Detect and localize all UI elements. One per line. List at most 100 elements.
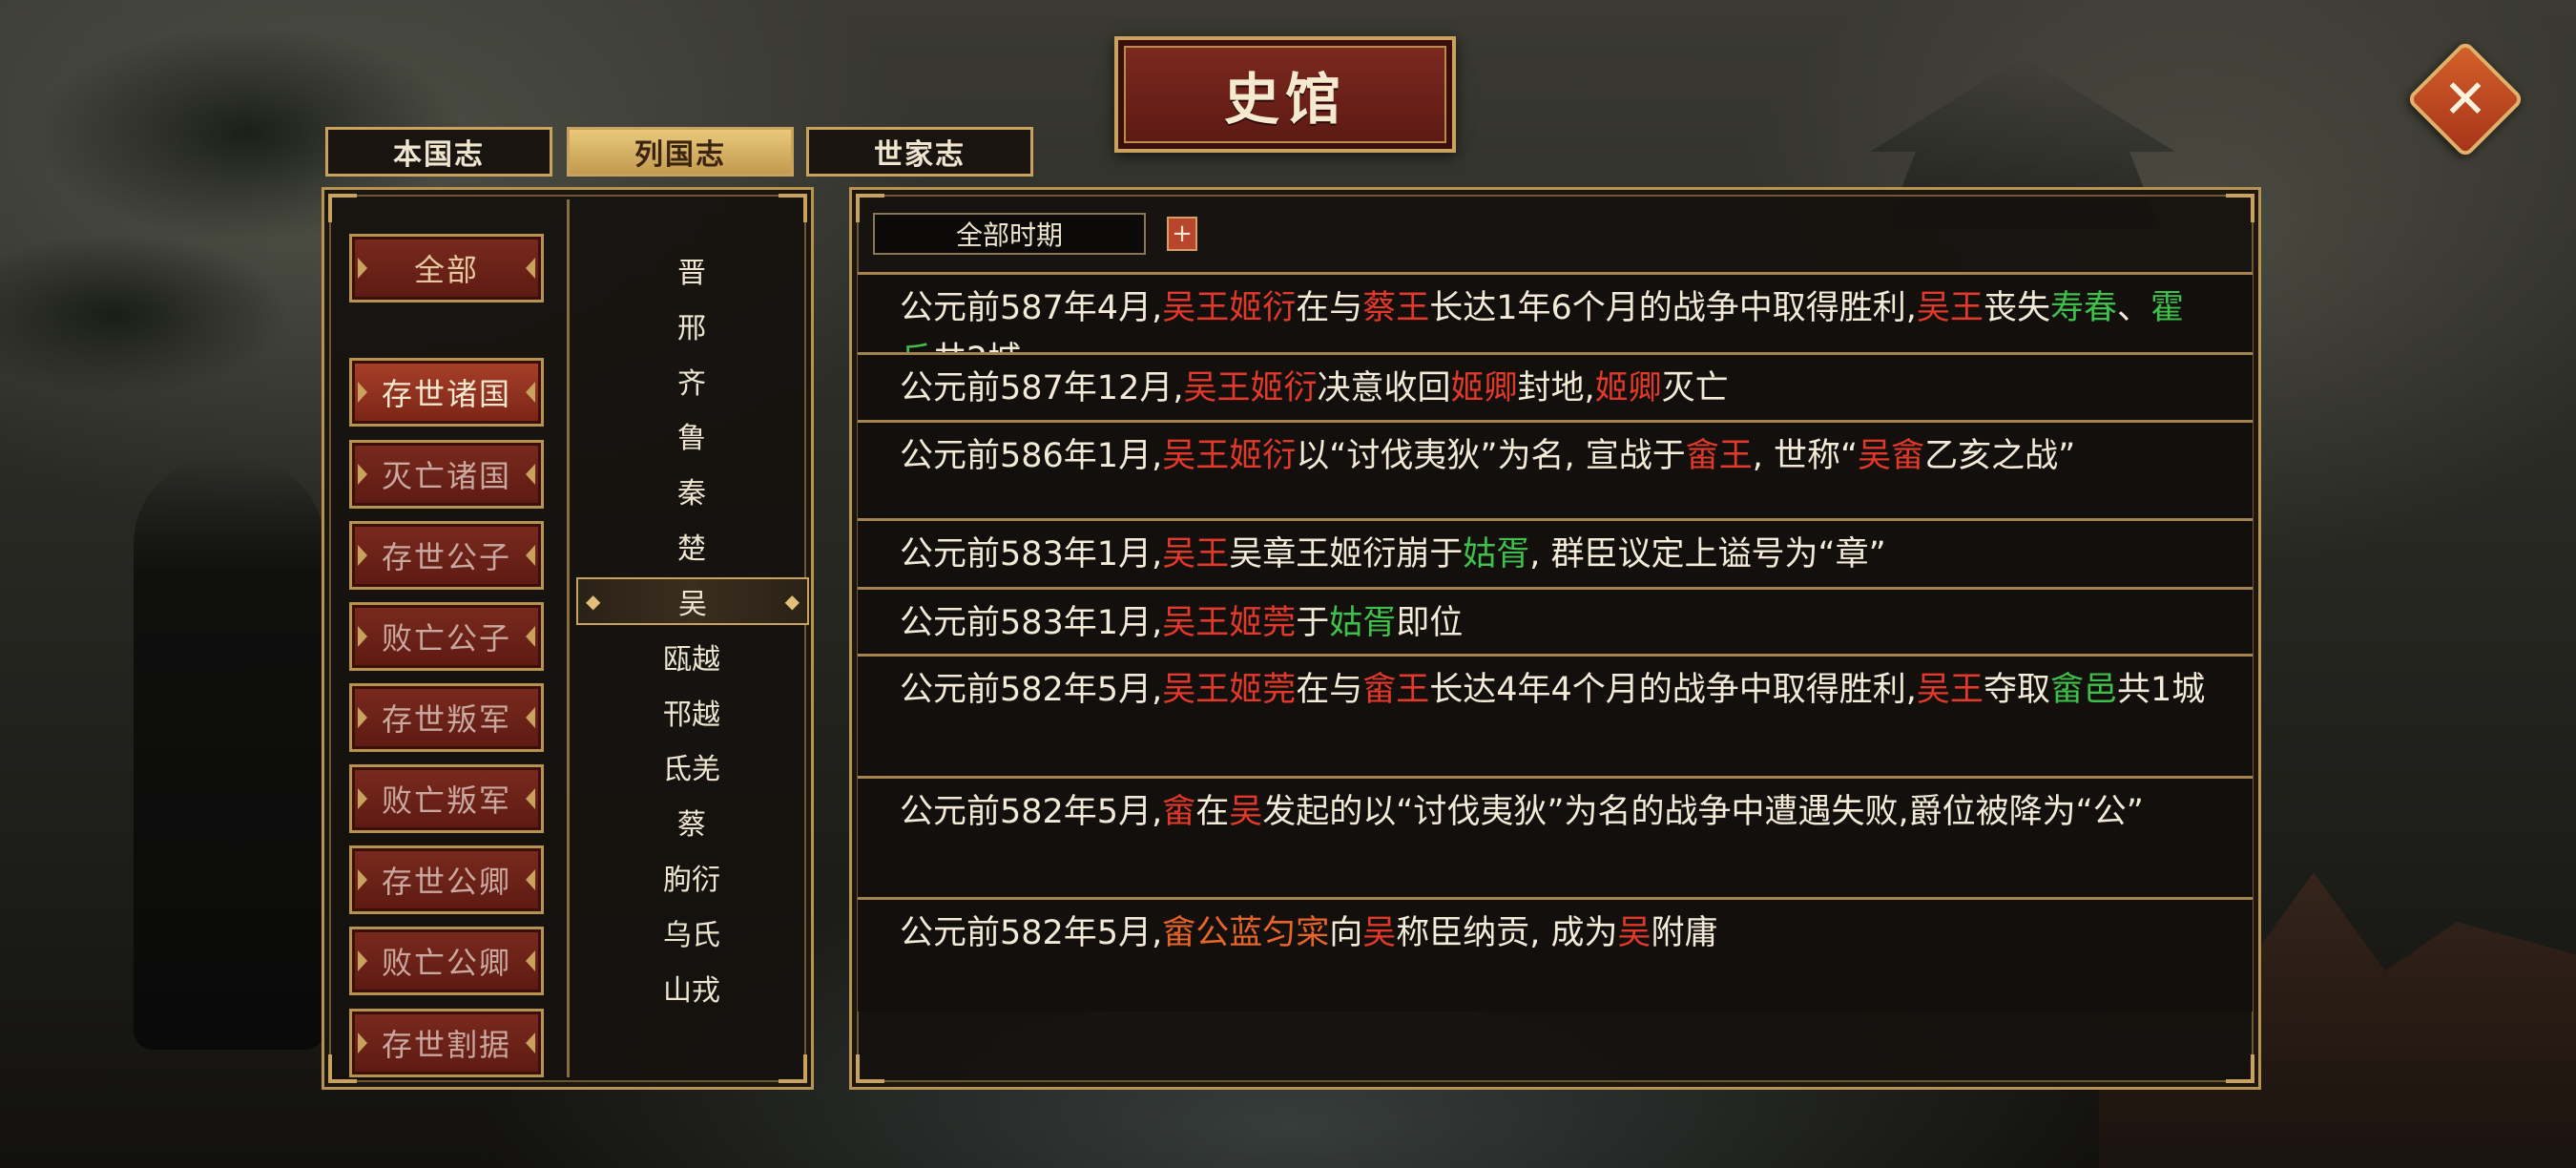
log-place-name: 畲邑 <box>2049 671 2117 709</box>
log-text: 公元前582年5月, <box>900 671 1163 709</box>
log-person-name: 畲王 <box>1362 671 1430 709</box>
category-button-surviving-princes[interactable]: 存世公子 <box>349 521 544 590</box>
log-text: 在与 <box>1296 671 1363 709</box>
log-person-name: 吴 <box>1617 914 1652 952</box>
log-person-name: 姬卿 <box>1594 369 1662 407</box>
category-button-surviving-states[interactable]: 存世诸国 <box>349 358 544 427</box>
log-text: 、 <box>2116 289 2150 327</box>
log-entry: 公元前582年5月,畲在吴发起的以“讨伐夷狄”为名的战争中遭遇失败,爵位被降为“… <box>858 776 2253 897</box>
log-person-name: 吴 <box>1362 914 1397 952</box>
category-list[interactable]: 全部 存世诸国 灭亡诸国 存世公子 败亡公子 存世叛军 败亡叛军 存世公卿 败亡… <box>349 190 550 1087</box>
log-person-name: 吴王姬衍 <box>1162 289 1297 327</box>
log-person-name: 吴王姬衍 <box>1162 437 1297 475</box>
log-person-name: 吴王 <box>1162 535 1230 574</box>
log-text: , 世称“ <box>1752 437 1859 475</box>
log-person-name: 姬卿 <box>1450 369 1518 407</box>
log-text: 向 <box>1329 914 1363 952</box>
log-text: 称臣纳贡, 成为 <box>1396 914 1618 952</box>
nation-item[interactable]: 晋 <box>572 246 811 294</box>
log-text: 附庸 <box>1651 914 1718 952</box>
category-button-surviving-warlords[interactable]: 存世割据 <box>349 1009 544 1077</box>
page-title-plaque: 史馆 <box>1114 36 1456 153</box>
log-person-name: 吴畲 <box>1858 437 1925 475</box>
log-text: 长达4年4个月的战争中取得胜利, <box>1429 671 1917 709</box>
log-text: 灭亡 <box>1661 369 1729 407</box>
log-text: 决意收回 <box>1317 369 1451 407</box>
nation-item[interactable]: 邢 <box>572 302 811 349</box>
log-text: 吴章王姬衍崩于 <box>1229 535 1464 574</box>
category-button-surviving-ministers[interactable]: 存世公卿 <box>349 845 544 914</box>
log-text: 乙亥之战” <box>1924 437 2076 475</box>
category-button-fallen-rebels[interactable]: 败亡叛军 <box>349 764 544 833</box>
nation-list[interactable]: 晋 邢 齐 鲁 秦 楚 吴 瓯越 邗越 氐羌 蔡 朐衍 乌氏 山戎 <box>572 199 811 1083</box>
log-place-name: 姑胥 <box>1329 604 1397 642</box>
panel-divider <box>567 199 570 1077</box>
nation-item-selected[interactable]: 吴 <box>576 577 809 625</box>
category-button-surviving-rebels[interactable]: 存世叛军 <box>349 683 544 752</box>
log-entry: 公元前586年1月,吴王姬衍以“讨伐夷狄”为名, 宣战于畲王, 世称“吴畲乙亥之… <box>858 420 2253 518</box>
nation-item[interactable]: 蔡 <box>572 798 811 845</box>
tab-houses-annals[interactable]: 世家志 <box>806 127 1033 177</box>
log-person-name: 吴王 <box>1916 289 1984 327</box>
history-log-panel: 全部时期 + 万 边 扩 如 初公元前587年4月,吴王姬衍在与蔡王长达1年6个… <box>849 187 2261 1090</box>
log-place-name: 寿春 <box>2049 289 2117 327</box>
log-text: 共1城 <box>2116 671 2206 709</box>
log-text: 以“讨伐夷狄”为名, 宣战于 <box>1296 437 1686 475</box>
nation-item[interactable]: 山戎 <box>572 964 811 1012</box>
log-text: 公元前586年1月, <box>900 437 1163 475</box>
log-text: 公元前582年5月, <box>900 793 1163 831</box>
log-text: 公元前583年1月, <box>900 604 1163 642</box>
log-entry: 公元前583年1月,吴王吴章王姬衍崩于姑胥, 群臣议定上谥号为“章” <box>858 518 2253 587</box>
log-entry: 公元前582年5月,畲公蓝匀寀向吴称臣纳贡, 成为吴附庸 <box>858 897 2253 1012</box>
log-text: 发起的以“讨伐夷狄”为名的战争中遭遇失败,爵位被降为“公” <box>1262 793 2144 831</box>
log-text: 公元前587年4月, <box>900 289 1163 327</box>
category-all-button[interactable]: 全部 <box>349 234 544 302</box>
log-text: 长达1年6个月的战争中取得胜利, <box>1429 289 1917 327</box>
nation-item[interactable]: 朐衍 <box>572 853 811 901</box>
category-button-fallen-ministers[interactable]: 败亡公卿 <box>349 927 544 995</box>
log-entry: 公元前587年4月,吴王姬衍在与蔡王长达1年6个月的战争中取得胜利,吴王丧失寿春… <box>858 272 2253 379</box>
nation-item[interactable]: 齐 <box>572 357 811 405</box>
history-log-list[interactable]: 万 边 扩 如 初公元前587年4月,吴王姬衍在与蔡王长达1年6个月的战争中取得… <box>858 272 2253 1083</box>
log-text: 在与 <box>1296 289 1363 327</box>
log-text: 丧失 <box>1983 289 2050 327</box>
nation-item[interactable]: 瓯越 <box>572 633 811 680</box>
log-person-name: 畲 <box>1162 793 1196 831</box>
log-text: 公元前587年12月, <box>900 369 1184 407</box>
log-entry: 公元前587年12月,吴王姬衍决意收回姬卿封地,姬卿灭亡 <box>858 352 2253 420</box>
log-text: 封地, <box>1517 369 1595 407</box>
nation-item[interactable]: 邗越 <box>572 688 811 736</box>
log-text: , 群臣议定上谥号为“章” <box>1529 535 1886 574</box>
log-text: 夺取 <box>1983 671 2050 709</box>
nation-item[interactable]: 秦 <box>572 467 811 514</box>
log-person-name: 畲公蓝匀寀 <box>1162 914 1330 952</box>
nation-item[interactable]: 乌氏 <box>572 908 811 956</box>
log-place-name: 姑胥 <box>1463 535 1530 574</box>
log-text: 公元前582年5月, <box>900 914 1163 952</box>
tab-native-annals[interactable]: 本国志 <box>325 127 552 177</box>
log-text: 于 <box>1296 604 1330 642</box>
nation-item[interactable]: 鲁 <box>572 411 811 459</box>
scholar-silhouette <box>134 458 324 1050</box>
log-person-name: 吴王姬莞 <box>1162 604 1297 642</box>
nation-item[interactable]: 氐羌 <box>572 742 811 790</box>
frame-corner <box>2226 194 2254 222</box>
log-person-name: 吴王姬衍 <box>1183 369 1318 407</box>
log-entry: 公元前583年1月,吴王姬莞于姑胥即位 <box>858 587 2253 654</box>
period-filter-select[interactable]: 全部时期 <box>873 213 1146 255</box>
page-title: 史馆 <box>1223 67 1346 132</box>
close-icon: ✕ <box>2442 68 2488 131</box>
log-person-name: 畲王 <box>1685 437 1753 475</box>
log-person-name: 吴王 <box>1916 671 1984 709</box>
log-text: 在 <box>1195 793 1230 831</box>
log-text: 即位 <box>1396 604 1464 642</box>
nation-item[interactable]: 楚 <box>572 522 811 570</box>
log-text: 公元前583年1月, <box>900 535 1163 574</box>
log-person-name: 蔡王 <box>1362 289 1430 327</box>
log-person-name: 吴王姬莞 <box>1162 671 1297 709</box>
log-person-name: 吴 <box>1229 793 1263 831</box>
category-button-fallen-states[interactable]: 灭亡诸国 <box>349 440 544 509</box>
period-expand-button[interactable]: + <box>1167 217 1197 251</box>
category-button-fallen-princes[interactable]: 败亡公子 <box>349 602 544 671</box>
tab-nations-annals[interactable]: 列国志 <box>567 127 794 177</box>
